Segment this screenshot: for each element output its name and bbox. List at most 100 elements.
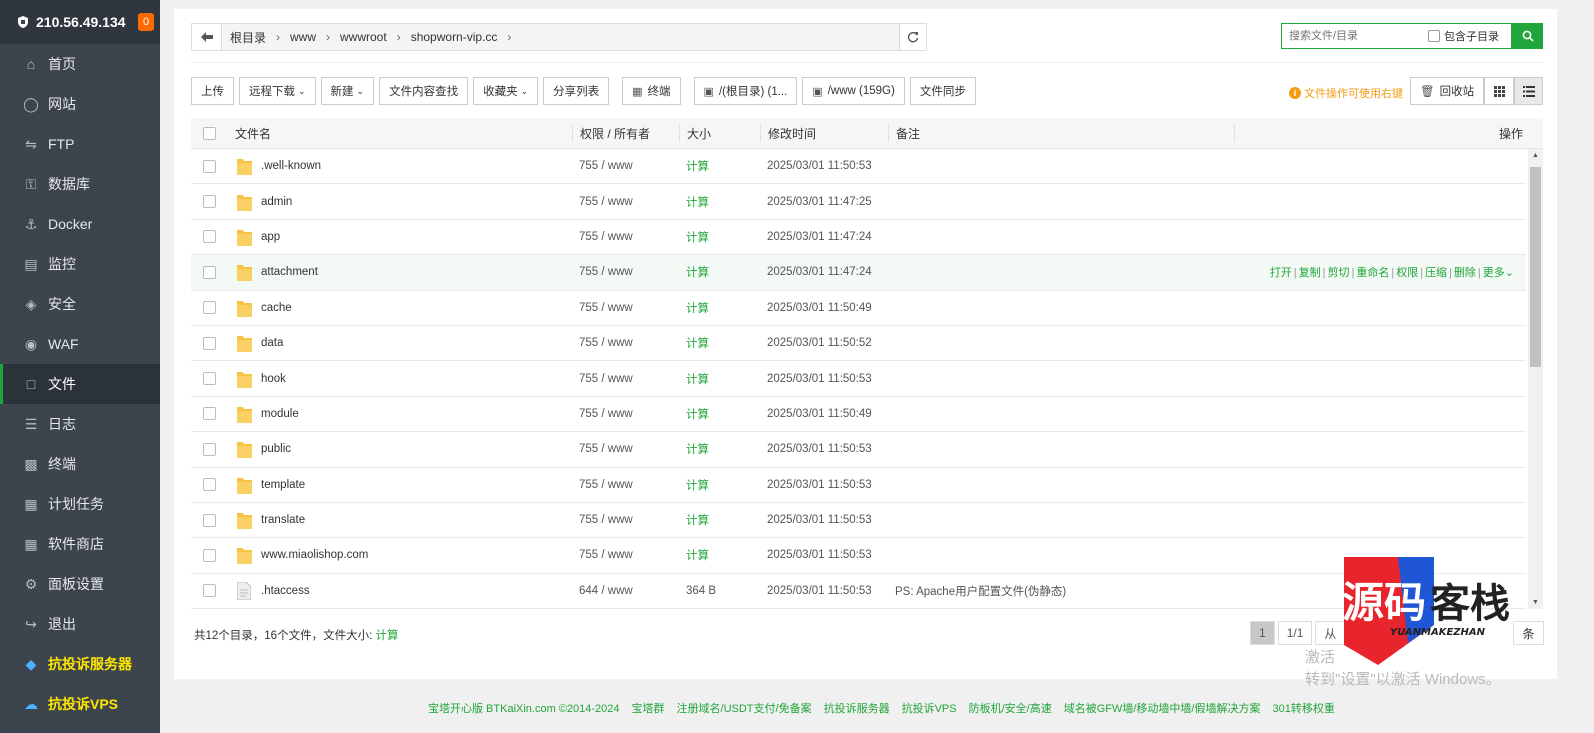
subdir-toggle[interactable]: 包含子目录 (1428, 28, 1499, 44)
vertical-scrollbar[interactable]: ▲ ▼ (1528, 149, 1543, 609)
header-name[interactable]: 文件名 (227, 125, 572, 142)
breadcrumb-item[interactable]: 根目录 › (230, 29, 290, 46)
row-checkbox[interactable] (202, 513, 216, 527)
file-name[interactable]: app (261, 231, 280, 243)
file-perm[interactable]: 755 / www (572, 443, 679, 455)
row-checkbox[interactable] (202, 442, 216, 456)
scroll-down-icon[interactable]: ▼ (1532, 599, 1539, 606)
file-size[interactable]: 计算 (679, 300, 760, 316)
header-time[interactable]: 修改时间 (760, 124, 888, 142)
scrollbar-thumb[interactable] (1530, 167, 1541, 367)
table-row[interactable]: module 755 / www 计算 2025/03/01 11:50:49 (191, 397, 1526, 433)
op-link[interactable]: 重命名 (1356, 267, 1389, 279)
sidebar-item-4[interactable]: ⚓ Docker (0, 204, 160, 244)
footer-link[interactable]: 注册域名/USDT支付/免备案 (677, 703, 812, 715)
op-link[interactable]: 删除 (1454, 267, 1476, 279)
file-size[interactable]: 计算 (679, 477, 760, 493)
row-checkbox[interactable] (202, 548, 216, 562)
file-name[interactable]: public (261, 443, 291, 455)
footer-link[interactable]: 宝塔开心版 BTKaiXin.com ©2014-2024 (428, 703, 620, 715)
file-size[interactable]: 计算 (679, 371, 760, 387)
op-link[interactable]: 压缩 (1425, 267, 1447, 279)
footer-link[interactable]: 301转移权重 (1273, 703, 1335, 715)
row-checkbox[interactable] (202, 478, 216, 492)
file-perm[interactable]: 755 / www (572, 549, 679, 561)
sidebar-item-14[interactable]: ↪ 退出 (0, 604, 160, 644)
back-button[interactable] (192, 24, 222, 50)
op-link[interactable]: 复制 (1299, 267, 1321, 279)
footer-link[interactable]: 抗投诉服务器 (824, 703, 890, 715)
file-name[interactable]: template (261, 479, 305, 491)
file-name[interactable]: cache (261, 302, 292, 314)
terminal-button[interactable]: ▦ 终端 (622, 77, 681, 105)
table-row[interactable]: template 755 / www 计算 2025/03/01 11:50:53 (191, 468, 1526, 503)
new-button[interactable]: 新建 ⌄ (320, 77, 375, 105)
upload-button[interactable]: 上传 (191, 77, 234, 105)
sidebar-item-9[interactable]: ☰ 日志 (0, 404, 160, 444)
file-size[interactable]: 计算 (679, 229, 760, 245)
file-size[interactable]: 计算 (679, 547, 760, 563)
op-link[interactable]: 更多 (1483, 267, 1505, 279)
op-link[interactable]: 打开 (1270, 267, 1292, 279)
table-row[interactable]: attachment 755 / www 计算 2025/03/01 11:47:24… (191, 255, 1526, 291)
file-perm[interactable]: 755 / www (572, 408, 679, 420)
file-perm[interactable]: 755 / www (572, 373, 679, 385)
list-view-button[interactable] (1514, 77, 1543, 105)
row-checkbox[interactable] (202, 372, 216, 386)
file-name[interactable]: translate (261, 514, 305, 526)
sidebar-item-2[interactable]: ⇋ FTP (0, 124, 160, 164)
file-perm[interactable]: 755 / www (572, 514, 679, 526)
row-checkbox[interactable] (202, 195, 216, 209)
op-link[interactable]: 权限 (1396, 267, 1418, 279)
file-name[interactable]: hook (261, 373, 286, 385)
footer-link[interactable]: 抗投诉VPS (902, 703, 957, 715)
file-perm[interactable]: 755 / www (572, 231, 679, 243)
sidebar-item-6[interactable]: ◈ 安全 (0, 284, 160, 324)
file-sync-button[interactable]: 文件同步 (909, 77, 976, 105)
table-row[interactable]: hook 755 / www 计算 2025/03/01 11:50:53 (191, 361, 1526, 397)
footer-link[interactable]: 防板机/安全/高速 (969, 703, 1052, 715)
file-size[interactable]: 计算 (679, 441, 760, 457)
table-row[interactable]: cache 755 / www 计算 2025/03/01 11:50:49 (191, 291, 1526, 326)
share-list-button[interactable]: 分享列表 (543, 77, 610, 105)
row-checkbox[interactable] (202, 230, 216, 244)
page-current[interactable]: 1 (1250, 621, 1275, 645)
file-perm[interactable]: 755 / www (572, 337, 679, 349)
file-size[interactable]: 计算 (679, 335, 760, 351)
search-input[interactable] (1282, 30, 1428, 42)
file-size[interactable]: 计算 (679, 158, 760, 174)
row-checkbox[interactable] (202, 301, 216, 315)
sidebar-item-13[interactable]: ⚙ 面板设置 (0, 564, 160, 604)
file-size[interactable]: 计算 (679, 406, 760, 422)
file-perm[interactable]: 755 / www (572, 302, 679, 314)
row-checkbox[interactable] (202, 159, 216, 173)
file-size[interactable]: 计算 (679, 194, 760, 210)
favorites-button[interactable]: 收藏夹 ⌄ (473, 77, 539, 105)
file-size[interactable]: 计算 (679, 264, 760, 280)
table-row[interactable]: .well-known 755 / www 计算 2025/03/01 11:50:5… (191, 149, 1526, 185)
file-perm[interactable]: 755 / www (572, 160, 679, 172)
file-perm[interactable]: 644 / www (572, 585, 679, 597)
table-row[interactable]: .htaccess 644 / www 364 B 2025/03/01 11:50:… (191, 574, 1526, 609)
file-note[interactable]: PS: Apache用户配置文件(伪静态) (888, 583, 1234, 599)
row-checkbox[interactable] (202, 336, 216, 350)
scroll-up-icon[interactable]: ▲ (1532, 152, 1539, 159)
disk-www-button[interactable]: ▣/www (159G) (802, 77, 905, 105)
sidebar-item-12[interactable]: ▦ 软件商店 (0, 524, 160, 564)
notification-badge[interactable]: 0 (138, 13, 154, 31)
header-perm[interactable]: 权限 / 所有者 (572, 124, 679, 142)
recycle-bin-button[interactable]: 🗑 回收站 (1410, 77, 1485, 105)
breadcrumb-item[interactable]: shopworn-vip.cc › (411, 30, 522, 44)
refresh-button[interactable] (899, 23, 927, 51)
sidebar-item-10[interactable]: ▩ 终端 (0, 444, 160, 484)
search-button[interactable] (1512, 23, 1543, 49)
table-row[interactable]: admin 755 / www 计算 2025/03/01 11:47:25 (191, 184, 1526, 220)
select-all-checkbox[interactable] (202, 126, 216, 140)
file-name[interactable]: www.miaolishop.com (261, 549, 368, 561)
sidebar-item-11[interactable]: ▦ 计划任务 (0, 484, 160, 524)
file-name[interactable]: attachment (261, 266, 318, 278)
remote-download-button[interactable]: 远程下载 ⌄ (239, 77, 316, 105)
file-name[interactable]: .well-known (261, 160, 321, 172)
footer-link[interactable]: 域名被GFW墙/移动墙中墙/假墙解决方案 (1064, 703, 1261, 715)
file-perm[interactable]: 755 / www (572, 266, 679, 278)
